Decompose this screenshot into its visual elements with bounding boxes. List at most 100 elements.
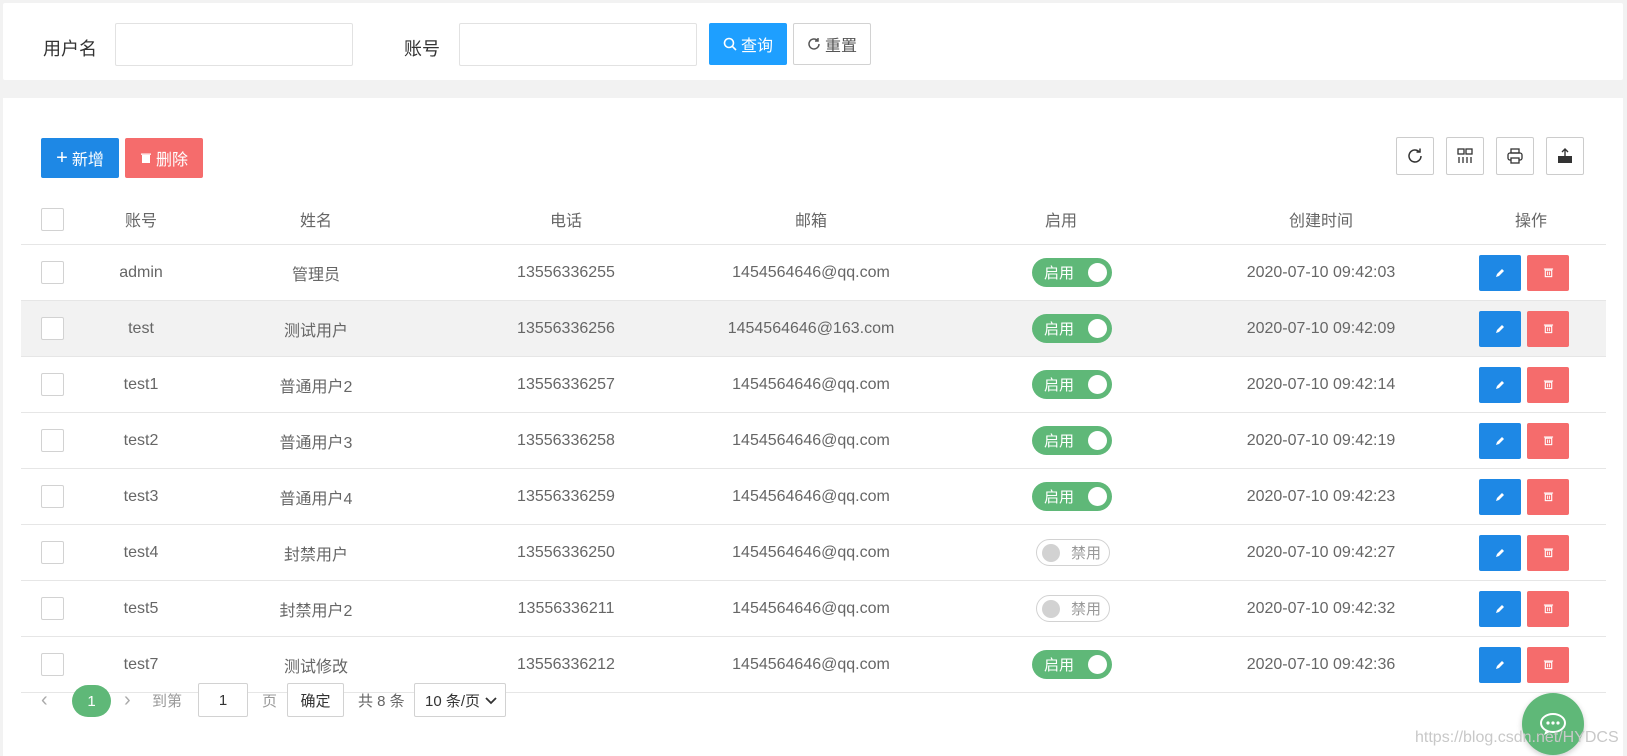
enabled-switch[interactable]: 启用 — [1032, 314, 1112, 343]
reset-button-label: 重置 — [824, 38, 857, 55]
enabled-switch[interactable]: 启用 — [1032, 650, 1112, 679]
page-size-value: 10 条/页 — [425, 692, 481, 710]
cell-phone: 13556336211 — [517, 599, 615, 617]
edit-button[interactable] — [1479, 422, 1521, 459]
cell-name: 普通用户4 — [279, 490, 353, 508]
cell-email: 1454564646@qq.com — [732, 263, 890, 281]
delete-row-button[interactable] — [1527, 590, 1569, 627]
row-checkbox[interactable] — [41, 429, 64, 452]
delete-row-button[interactable] — [1527, 422, 1569, 459]
prev-page-icon[interactable]: ‹ — [41, 683, 48, 717]
edit-button[interactable] — [1479, 478, 1521, 515]
col-created: 创建时间 — [1288, 213, 1353, 230]
pencil-icon — [1496, 660, 1504, 669]
columns-tool-button[interactable] — [1446, 137, 1484, 175]
edit-button[interactable] — [1479, 254, 1521, 291]
row-checkbox[interactable] — [41, 653, 64, 676]
table-header: 账号 姓名 电话 邮箱 启用 创建时间 操作 — [21, 194, 1606, 245]
table-row: test2 普通用户3 13556336258 1454564646@qq.com 启用… — [21, 413, 1606, 469]
current-page[interactable]: 1 — [72, 685, 111, 717]
goto-page-input[interactable] — [198, 683, 248, 717]
switch-knob — [1042, 544, 1060, 562]
cell-account: test2 — [123, 431, 159, 449]
edit-button[interactable] — [1479, 590, 1521, 627]
cell-account: test1 — [123, 375, 159, 393]
row-checkbox[interactable] — [41, 261, 64, 284]
plus-icon: + — [56, 147, 68, 169]
table-row: test 测试用户 13556336256 1454564646@163.com 启用 2… — [21, 301, 1606, 357]
goto-confirm-button[interactable]: 确定 — [287, 683, 344, 717]
cell-account: test5 — [123, 599, 159, 617]
trash-icon — [1543, 492, 1553, 502]
username-input[interactable] — [115, 23, 353, 66]
cell-account: test7 — [123, 655, 159, 673]
cell-name: 普通用户2 — [279, 378, 353, 396]
add-button-label: 新增 — [71, 152, 104, 169]
trash-icon — [1543, 268, 1553, 278]
print-tool-button[interactable] — [1496, 137, 1534, 175]
cell-email: 1454564646@qq.com — [732, 375, 890, 393]
pencil-icon — [1496, 324, 1504, 333]
table-row: admin 管理员 13556336255 1454564646@qq.com 启用 20… — [21, 245, 1606, 301]
edit-button[interactable] — [1479, 366, 1521, 403]
delete-row-button[interactable] — [1527, 366, 1569, 403]
enabled-switch[interactable]: 启用 — [1032, 426, 1112, 455]
add-button[interactable]: + 新增 — [41, 138, 119, 178]
cell-phone: 13556336258 — [517, 431, 615, 449]
edit-button[interactable] — [1479, 310, 1521, 347]
delete-button[interactable]: 删除 — [125, 138, 203, 178]
enabled-switch[interactable]: 禁用 — [1036, 539, 1110, 566]
enabled-switch[interactable]: 禁用 — [1036, 595, 1110, 622]
delete-row-button[interactable] — [1527, 310, 1569, 347]
pencil-icon — [1496, 436, 1504, 445]
query-button[interactable]: 查询 — [709, 23, 787, 65]
refresh-tool-button[interactable] — [1396, 137, 1434, 175]
trash-icon — [1543, 548, 1553, 558]
row-checkbox[interactable] — [41, 597, 64, 620]
edit-button[interactable] — [1479, 534, 1521, 571]
export-tool-button[interactable] — [1546, 137, 1584, 175]
delete-row-button[interactable] — [1527, 254, 1569, 291]
search-icon — [723, 37, 737, 51]
row-checkbox[interactable] — [41, 541, 64, 564]
account-input[interactable] — [459, 23, 697, 66]
page-label: 页 — [262, 692, 278, 710]
cell-email: 1454564646@qq.com — [732, 543, 890, 561]
row-checkbox[interactable] — [41, 373, 64, 396]
switch-knob — [1088, 655, 1107, 674]
delete-row-button[interactable] — [1527, 646, 1569, 683]
select-all-checkbox[interactable] — [41, 207, 64, 231]
row-checkbox[interactable] — [41, 317, 64, 340]
reset-button[interactable]: 重置 — [793, 23, 871, 65]
page-size-select[interactable]: 10 条/页 — [414, 683, 506, 717]
delete-button-label: 删除 — [155, 152, 188, 169]
pencil-icon — [1496, 380, 1504, 389]
cell-name: 封禁用户2 — [279, 602, 353, 620]
cell-created: 2020-07-10 09:42:03 — [1246, 263, 1396, 281]
cell-phone: 13556336250 — [517, 543, 615, 561]
pagination: ‹ 1 › 到第 页 确定 共 8 条 10 条/页 — [21, 683, 921, 723]
enabled-switch[interactable]: 启用 — [1032, 370, 1112, 399]
cell-phone: 13556336212 — [517, 655, 615, 673]
cell-phone: 13556336257 — [517, 375, 615, 393]
columns-icon — [1457, 148, 1473, 163]
next-page-icon[interactable]: › — [124, 683, 131, 717]
search-panel: 用户名 账号 查询 重置 — [3, 3, 1623, 80]
refresh-icon — [808, 38, 820, 50]
cell-name: 普通用户3 — [279, 434, 353, 452]
switch-label: 启用 — [1044, 489, 1075, 506]
delete-row-button[interactable] — [1527, 534, 1569, 571]
refresh-icon — [1408, 148, 1422, 163]
col-enabled: 启用 — [1044, 213, 1077, 230]
trash-icon — [140, 153, 151, 163]
account-label: 账号 — [404, 39, 440, 59]
table-row: test1 普通用户2 13556336257 1454564646@qq.com 启用… — [21, 357, 1606, 413]
enabled-switch[interactable]: 启用 — [1032, 482, 1112, 511]
row-checkbox[interactable] — [41, 485, 64, 508]
switch-knob — [1088, 375, 1107, 394]
edit-button[interactable] — [1479, 646, 1521, 683]
delete-row-button[interactable] — [1527, 478, 1569, 515]
table-row: test4 封禁用户 13556336250 1454564646@qq.com 禁用 2… — [21, 525, 1606, 581]
print-icon — [1507, 148, 1523, 164]
enabled-switch[interactable]: 启用 — [1032, 258, 1112, 287]
